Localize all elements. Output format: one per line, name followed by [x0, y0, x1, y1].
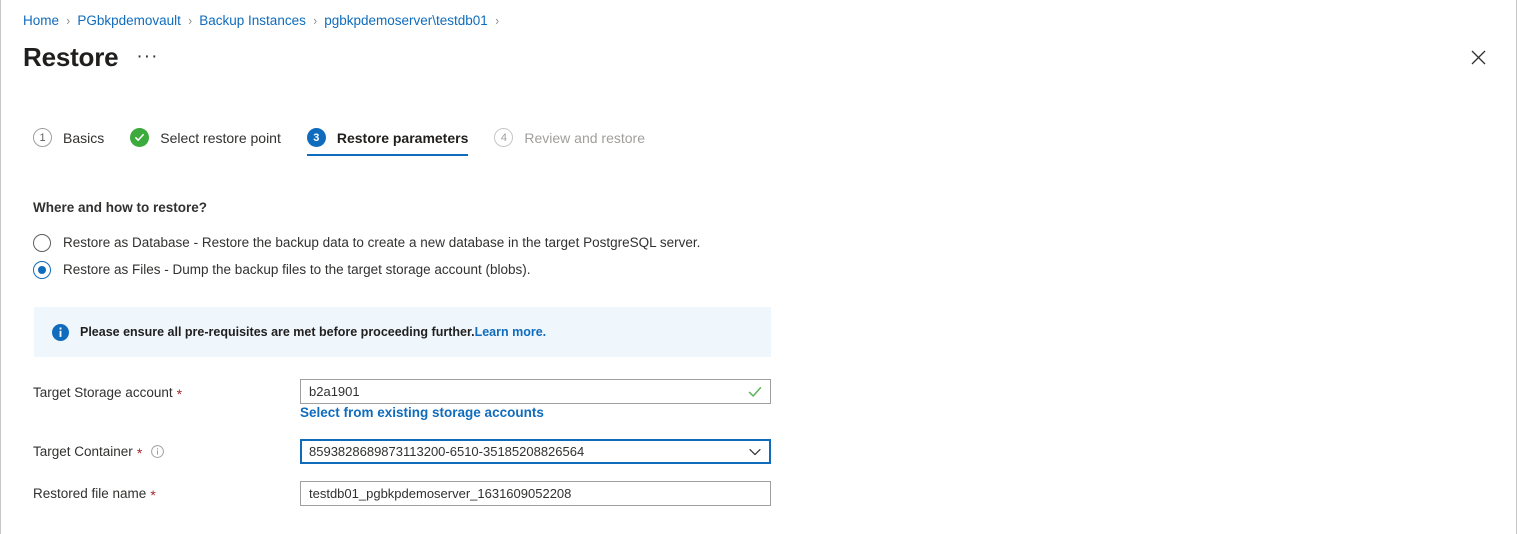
- radio-restore-as-database[interactable]: Restore as Database - Restore the backup…: [33, 229, 700, 256]
- breadcrumb-item-backup-instances[interactable]: Backup Instances: [199, 12, 306, 30]
- radio-label: Restore as Files - Dump the backup files…: [63, 262, 531, 277]
- required-marker: *: [150, 486, 156, 503]
- step-label: Basics: [63, 129, 105, 146]
- section-heading: Where and how to restore?: [33, 200, 208, 215]
- breadcrumb-item-vault[interactable]: PGbkpdemovault: [77, 12, 181, 30]
- info-banner-message: Please ensure all pre-requisites are met…: [80, 325, 546, 339]
- step-label: Select restore point: [160, 129, 281, 146]
- radio-button-icon: [33, 260, 51, 279]
- step-label: Review and restore: [524, 129, 645, 146]
- label-text: Target Storage account: [33, 385, 173, 400]
- step-badge: 1: [33, 128, 52, 147]
- input-value: testdb01_pgbkpdemoserver_1631609052208: [309, 486, 572, 501]
- step-badge: 3: [306, 128, 326, 147]
- label-restored-file-name: Restored file name *: [33, 486, 156, 503]
- breadcrumb: Home › PGbkpdemovault › Backup Instances…: [23, 12, 506, 30]
- restore-blade: Home › PGbkpdemovault › Backup Instances…: [0, 0, 1517, 534]
- required-marker: *: [136, 444, 143, 461]
- label-text: Restored file name: [33, 486, 147, 501]
- page-title: Restore: [23, 42, 119, 72]
- wizard-step-review-and-restore[interactable]: 4 Review and restore: [494, 128, 645, 156]
- chevron-down-icon[interactable]: [748, 445, 762, 459]
- target-storage-account-input[interactable]: b2a1901: [300, 379, 771, 404]
- wizard-steps: 1 Basics Select restore point 3 Restore …: [33, 128, 671, 156]
- breadcrumb-separator-icon: ›: [66, 13, 71, 28]
- title-row: Restore ···: [23, 41, 158, 73]
- dropdown-value: 8593828689873113200-6510-35185208826564: [309, 444, 585, 459]
- breadcrumb-separator-icon: ›: [188, 13, 192, 28]
- step-label: Restore parameters: [336, 129, 469, 146]
- label-target-storage-account: Target Storage account *: [33, 385, 183, 402]
- restored-file-name-input[interactable]: testdb01_pgbkpdemoserver_1631609052208: [300, 481, 771, 506]
- info-banner: Please ensure all pre-requisites are met…: [34, 307, 771, 357]
- input-value: b2a1901: [309, 384, 360, 399]
- close-icon[interactable]: [1464, 43, 1492, 71]
- wizard-step-restore-parameters[interactable]: 3 Restore parameters: [306, 128, 469, 156]
- restore-mode-radio-group: Restore as Database - Restore the backup…: [33, 229, 700, 283]
- learn-more-link[interactable]: Learn more.: [475, 325, 547, 339]
- select-existing-storage-accounts-link[interactable]: Select from existing storage accounts: [300, 405, 544, 420]
- label-text: Target Container: [33, 444, 133, 459]
- required-marker: *: [176, 385, 183, 402]
- wizard-step-basics[interactable]: 1 Basics: [33, 128, 104, 156]
- radio-label: Restore as Database - Restore the backup…: [63, 235, 701, 250]
- radio-restore-as-files[interactable]: Restore as Files - Dump the backup files…: [33, 256, 700, 283]
- more-options-button[interactable]: ···: [136, 47, 158, 66]
- checkmark-icon: [130, 128, 150, 147]
- info-circle-icon[interactable]: [151, 445, 165, 458]
- breadcrumb-item-home[interactable]: Home: [23, 12, 59, 30]
- active-step-underline: [306, 153, 469, 156]
- breadcrumb-separator-icon: ›: [495, 13, 499, 28]
- breadcrumb-separator-icon: ›: [313, 13, 317, 28]
- radio-button-icon: [33, 233, 51, 252]
- info-icon: [52, 323, 69, 341]
- step-badge: 4: [494, 128, 514, 147]
- breadcrumb-item-instance[interactable]: pgbkpdemoserver\testdb01: [324, 12, 488, 30]
- checkmark-icon: [748, 385, 762, 399]
- label-target-container: Target Container *: [33, 444, 165, 461]
- target-container-dropdown[interactable]: 8593828689873113200-6510-35185208826564: [300, 439, 771, 464]
- wizard-step-select-restore-point[interactable]: Select restore point: [130, 128, 281, 156]
- info-banner-text: Please ensure all pre-requisites are met…: [80, 325, 475, 339]
